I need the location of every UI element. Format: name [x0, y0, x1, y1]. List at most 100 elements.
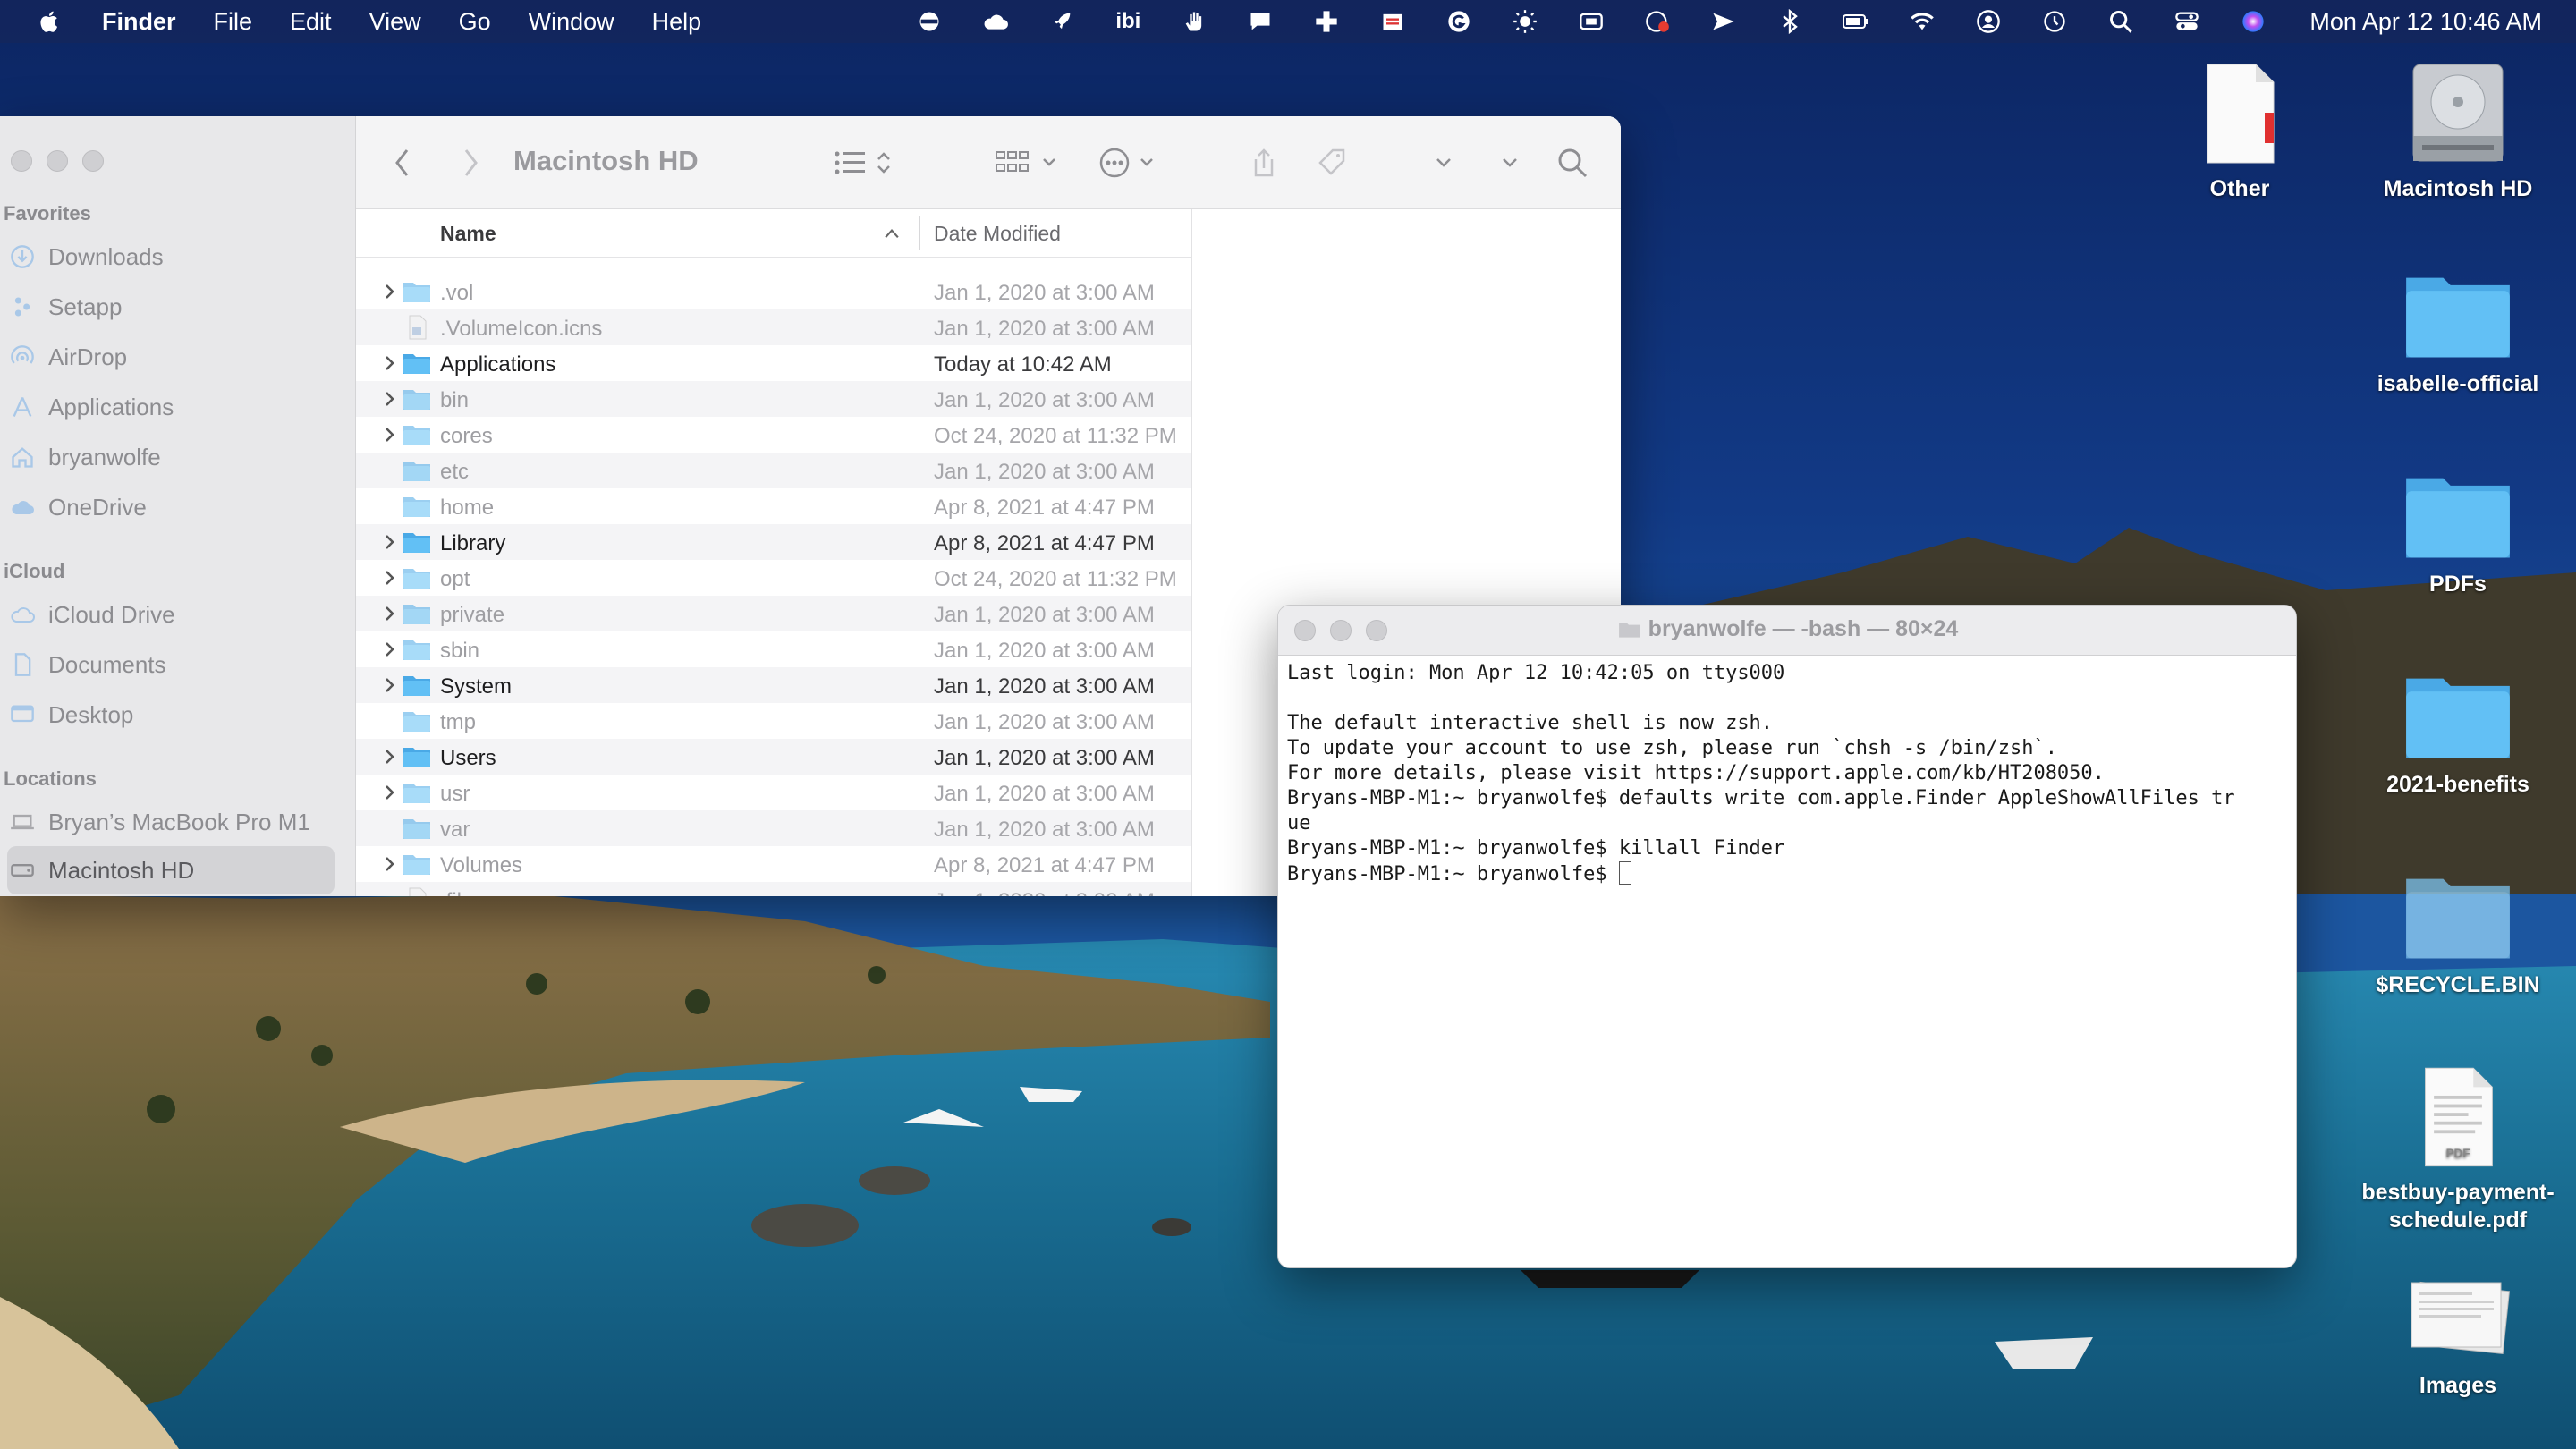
terminal-titlebar[interactable]: bryanwolfe — -bash — 80×24	[1278, 606, 2296, 656]
siri-icon[interactable]	[2238, 8, 2268, 35]
sort-ascending-icon[interactable]	[884, 224, 900, 244]
back-button[interactable]	[394, 143, 411, 182]
sidebar-item-icloud-drive[interactable]: iCloud Drive	[7, 590, 335, 639]
file-name: .file	[440, 889, 473, 896]
rocket-icon[interactable]	[1046, 8, 1077, 35]
desktop-icon-recycle-bin[interactable]: $RECYCLE.BIN	[2351, 869, 2565, 999]
table-row[interactable]: var Jan 1, 2020 at 3:00 AM	[356, 810, 1191, 846]
column-name[interactable]: Name	[440, 222, 496, 246]
table-row[interactable]: opt Oct 24, 2020 at 11:32 PM	[356, 560, 1191, 596]
terminal-output[interactable]: Last login: Mon Apr 12 10:42:05 on ttys0…	[1287, 661, 2289, 887]
sidebar-item-applications[interactable]: Applications	[7, 383, 335, 431]
menu-edit[interactable]: Edit	[290, 8, 332, 36]
table-row[interactable]: bin Jan 1, 2020 at 3:00 AM	[356, 381, 1191, 417]
desktop-icon-macintosh-hd[interactable]: Macintosh HD	[2351, 59, 2565, 203]
list-view-button[interactable]	[834, 143, 896, 182]
apple-menu-icon[interactable]	[38, 7, 66, 36]
flag-icon[interactable]	[1377, 8, 1408, 35]
table-row[interactable]: home Apr 8, 2021 at 4:47 PM	[356, 488, 1191, 524]
table-row[interactable]: Volumes Apr 8, 2021 at 4:47 PM	[356, 846, 1191, 882]
disclosure-triangle-icon[interactable]	[385, 424, 402, 445]
menu-help[interactable]: Help	[652, 8, 702, 36]
disclosure-triangle-icon[interactable]	[385, 674, 402, 696]
disclosure-triangle-icon[interactable]	[385, 531, 402, 553]
column-divider[interactable]	[919, 216, 920, 250]
send-icon[interactable]	[1708, 8, 1739, 35]
sidebar-item-setapp[interactable]: Setapp	[7, 283, 335, 331]
table-row[interactable]: Applications Today at 10:42 AM	[356, 345, 1191, 381]
wifi-icon[interactable]	[1907, 8, 1937, 35]
sidebar-item-desktop[interactable]: Desktop	[7, 691, 335, 739]
disclosure-triangle-icon[interactable]	[385, 603, 402, 624]
notion-icon[interactable]	[914, 8, 945, 35]
sidebar-item-documents[interactable]: Documents	[7, 640, 335, 689]
disclosure-triangle-icon[interactable]	[385, 746, 402, 767]
table-row[interactable]: etc Jan 1, 2020 at 3:00 AM	[356, 453, 1191, 488]
disclosure-triangle-icon[interactable]	[385, 782, 402, 803]
zoom-button[interactable]	[82, 150, 104, 172]
desktop-icon-images[interactable]: Images	[2351, 1274, 2565, 1400]
display-icon[interactable]	[1576, 8, 1606, 35]
bluetooth-icon[interactable]	[1775, 8, 1805, 35]
menu-file[interactable]: File	[214, 8, 253, 36]
table-row[interactable]: Library Apr 8, 2021 at 4:47 PM	[356, 524, 1191, 560]
user-icon[interactable]	[1973, 8, 2004, 35]
grammarly-icon[interactable]	[1444, 8, 1474, 35]
table-row[interactable]: .vol Jan 1, 2020 at 3:00 AM	[356, 274, 1191, 309]
cloud-icon[interactable]	[980, 8, 1011, 35]
search-button[interactable]	[1556, 143, 1589, 182]
group-button[interactable]	[995, 143, 1061, 182]
overflow-chevron-button[interactable]	[1501, 143, 1519, 182]
disclosure-triangle-icon[interactable]	[385, 853, 402, 875]
desktop-icon-2021-benefits[interactable]: 2021-benefits	[2351, 669, 2565, 799]
table-row[interactable]: Users Jan 1, 2020 at 3:00 AM	[356, 739, 1191, 775]
ibi-icon[interactable]: ibi	[1113, 8, 1143, 35]
disclosure-triangle-icon[interactable]	[385, 352, 402, 374]
hand-icon[interactable]	[1179, 8, 1209, 35]
plus-cross-icon[interactable]	[1311, 8, 1342, 35]
table-row[interactable]: sbin Jan 1, 2020 at 3:00 AM	[356, 631, 1191, 667]
table-row[interactable]: System Jan 1, 2020 at 3:00 AM	[356, 667, 1191, 703]
menu-view[interactable]: View	[369, 8, 421, 36]
brightness-icon[interactable]	[1510, 8, 1540, 35]
action-button[interactable]	[1098, 143, 1161, 182]
time-machine-icon[interactable]	[2039, 8, 2070, 35]
table-row[interactable]: tmp Jan 1, 2020 at 3:00 AM	[356, 703, 1191, 739]
battery-icon[interactable]	[1841, 8, 1871, 35]
close-button[interactable]	[11, 150, 32, 172]
menubar-clock[interactable]: Mon Apr 12 10:46 AM	[2309, 8, 2542, 36]
sidebar-item-airdrop[interactable]: AirDrop	[7, 333, 335, 381]
disclosure-triangle-icon[interactable]	[385, 639, 402, 660]
desktop-icon-pdfs[interactable]: PDFs	[2351, 469, 2565, 598]
menu-go[interactable]: Go	[459, 8, 491, 36]
table-row[interactable]: .file Jan 1, 2020 at 3:00 AM	[356, 882, 1191, 896]
forward-button[interactable]	[462, 143, 479, 182]
table-row[interactable]: usr Jan 1, 2020 at 3:00 AM	[356, 775, 1191, 810]
search-icon[interactable]	[2106, 8, 2136, 35]
menu-finder[interactable]: Finder	[102, 8, 176, 36]
menu-window[interactable]: Window	[529, 8, 614, 36]
chat-bubble-icon[interactable]	[1245, 8, 1275, 35]
control-center-icon[interactable]	[2172, 8, 2202, 35]
desktop-icon-other[interactable]: Other	[2132, 59, 2347, 203]
disclosure-triangle-icon[interactable]	[385, 281, 402, 302]
network-record-icon[interactable]	[1642, 8, 1673, 35]
sidebar-item-macintosh-hd[interactable]: Macintosh HD	[7, 846, 335, 894]
disclosure-triangle-icon[interactable]	[385, 388, 402, 410]
desktop-icon-bestbuy-pdf[interactable]: PDF bestbuy-payment-schedule.pdf	[2351, 1063, 2565, 1234]
date-modified: Oct 24, 2020 at 11:32 PM	[934, 567, 1177, 591]
disclosure-triangle-icon[interactable]	[385, 567, 402, 589]
share-button[interactable]	[1250, 143, 1277, 182]
minimize-button[interactable]	[47, 150, 68, 172]
table-row[interactable]: private Jan 1, 2020 at 3:00 AM	[356, 596, 1191, 631]
more-chevron-button[interactable]	[1435, 143, 1453, 182]
tag-button[interactable]	[1317, 143, 1349, 182]
sidebar-item-downloads[interactable]: Downloads	[7, 233, 335, 281]
column-date-modified[interactable]: Date Modified	[934, 222, 1061, 246]
sidebar-item-bryanwolfe[interactable]: bryanwolfe	[7, 433, 335, 481]
desktop-icon-isabelle-official[interactable]: isabelle-official	[2351, 268, 2565, 398]
sidebar-item-macbook[interactable]: Bryan’s MacBook Pro M1	[7, 798, 335, 846]
sidebar-item-onedrive[interactable]: OneDrive	[7, 483, 335, 531]
table-row[interactable]: cores Oct 24, 2020 at 11:32 PM	[356, 417, 1191, 453]
table-row[interactable]: .VolumeIcon.icns Jan 1, 2020 at 3:00 AM	[356, 309, 1191, 345]
